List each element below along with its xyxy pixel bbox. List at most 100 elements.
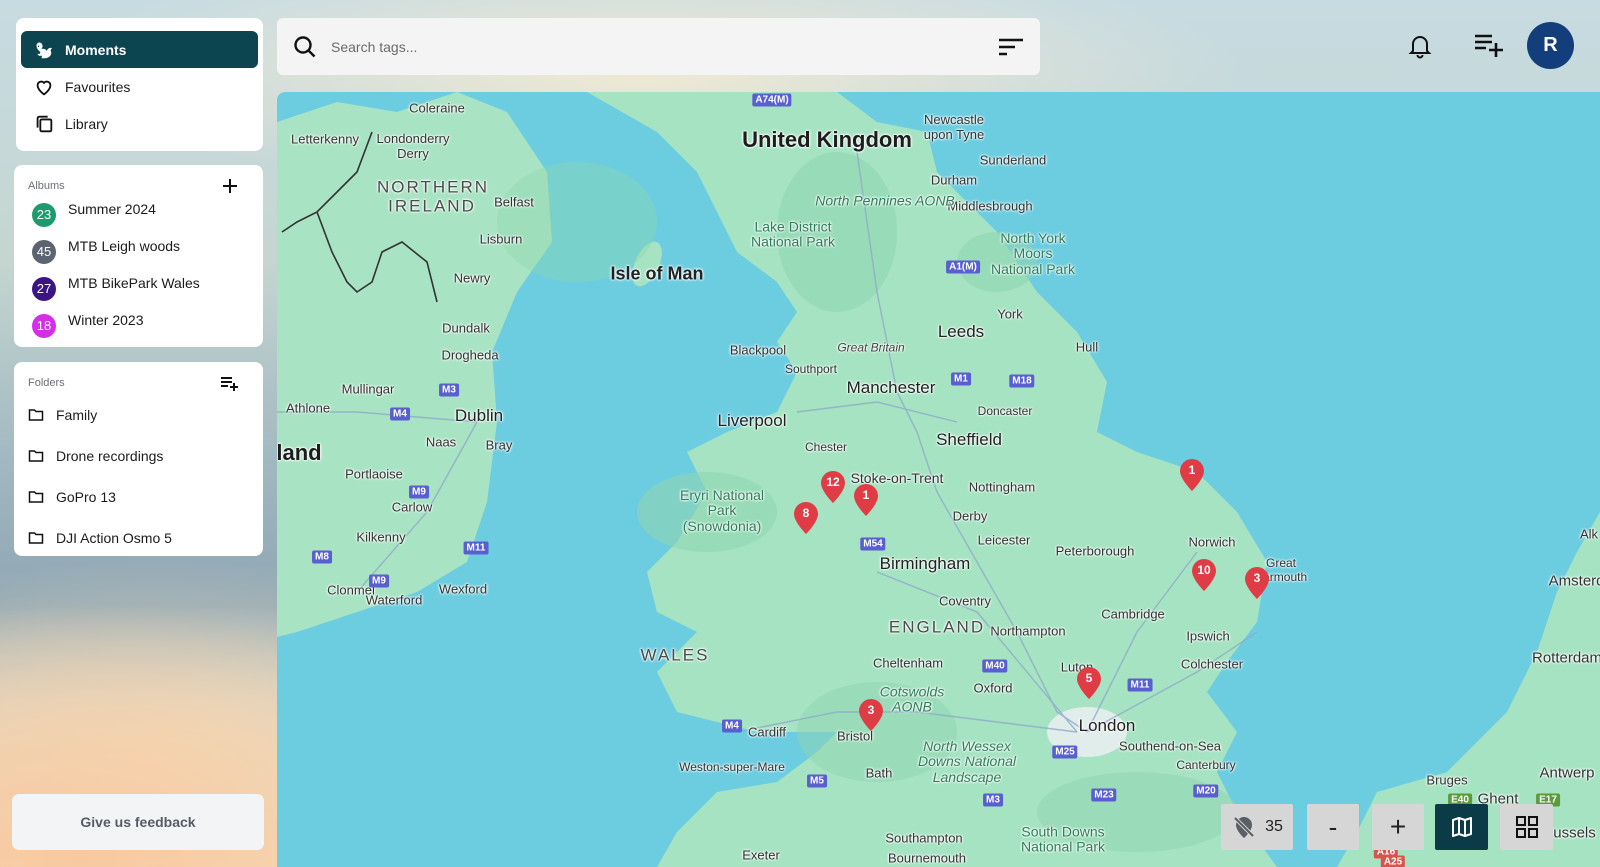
- map-label-town: Bray: [485, 437, 513, 453]
- map-label-town: Newcastle upon Tyne: [923, 112, 985, 142]
- road-badge: M5: [807, 774, 827, 788]
- map-view-button[interactable]: [1435, 804, 1488, 850]
- map-label-town: Dundalk: [442, 320, 490, 336]
- road-badge: A1(M): [946, 260, 980, 274]
- notifications-button[interactable]: [1408, 33, 1432, 59]
- map-label-town: Antwerp: [1539, 764, 1595, 782]
- marker-count: 5: [1085, 671, 1093, 685]
- map-label-region: ENGLAND: [888, 617, 986, 637]
- filter-button[interactable]: [998, 38, 1024, 56]
- album-count-badge: 23: [32, 202, 56, 227]
- map-label-town: Coleraine: [409, 100, 465, 116]
- user-avatar[interactable]: R: [1527, 22, 1574, 69]
- zoom-in-button[interactable]: +: [1372, 804, 1424, 850]
- map-view[interactable]: United Kingdom land NORTHERN IRELAND ENG…: [277, 92, 1600, 867]
- folders-title: Folders: [28, 377, 65, 389]
- nav-item-favourites[interactable]: Favourites: [21, 68, 258, 105]
- search-input[interactable]: [317, 38, 998, 55]
- map-label-city: Leeds: [937, 322, 985, 341]
- map-label-town: Belfast: [494, 194, 534, 210]
- nav-item-library[interactable]: Library: [21, 105, 258, 142]
- map-label-park: North York Moors National Park: [990, 229, 1076, 277]
- folder-item[interactable]: Family: [28, 394, 249, 435]
- album-count-badge: 18: [32, 313, 56, 338]
- albums-title: Albums: [28, 180, 65, 192]
- add-folder-button[interactable]: [219, 372, 241, 394]
- photo-cluster-marker[interactable]: 1: [1179, 458, 1205, 492]
- road-badge: M11: [463, 541, 489, 555]
- map-label-park: South Downs National Park: [1020, 823, 1106, 855]
- playlist-add-icon: [1475, 34, 1503, 57]
- give-feedback-button[interactable]: Give us feedback: [12, 794, 264, 850]
- plus-icon: [223, 179, 237, 193]
- photo-cluster-marker[interactable]: 8: [793, 501, 819, 535]
- photo-cluster-marker[interactable]: 1: [853, 483, 879, 517]
- add-album-button[interactable]: [219, 175, 241, 197]
- marker-count: 3: [1253, 571, 1261, 585]
- map-label-park: North Pennines AONB: [815, 192, 955, 209]
- zoom-out-button[interactable]: -: [1307, 804, 1359, 850]
- map-label-town: York: [997, 306, 1023, 322]
- add-to-playlist-button[interactable]: [1474, 33, 1504, 57]
- album-item[interactable]: 18 Winter 2023: [28, 304, 249, 341]
- folder-item[interactable]: GoPro 13: [28, 476, 249, 517]
- map-label-town: Cardiff: [747, 724, 787, 740]
- photo-cluster-marker[interactable]: 10: [1191, 558, 1217, 592]
- map-label-city: Manchester: [846, 378, 936, 397]
- map-label-town: Blackpool: [729, 342, 787, 358]
- map-label-city: Sheffield: [936, 430, 1002, 449]
- folder-item[interactable]: Drone recordings: [28, 435, 249, 476]
- folder-icon: [28, 490, 44, 503]
- photo-cluster-marker[interactable]: 3: [858, 698, 884, 732]
- location-off-icon: [1233, 816, 1255, 838]
- map-label-town: Weston-super-Mare: [679, 760, 785, 774]
- map-label-town: Rotterdam: [1531, 649, 1600, 667]
- map-label-town: Londonderry Derry: [376, 131, 450, 161]
- folder-icon: [28, 449, 44, 462]
- photo-cluster-marker[interactable]: 12: [820, 470, 846, 504]
- hidden-location-toggle[interactable]: 35: [1221, 804, 1293, 850]
- map-label-town: Southend-on-Sea: [1119, 738, 1221, 754]
- map-label-city: Liverpool: [717, 411, 787, 430]
- album-item[interactable]: 23 Summer 2024: [28, 193, 249, 230]
- road-badge: M54: [860, 537, 886, 551]
- map-label-town: Coventry: [938, 593, 992, 609]
- grid-view-button[interactable]: [1500, 804, 1553, 850]
- map-label-region: NORTHERN IRELAND: [377, 177, 490, 215]
- squirrel-icon: [36, 41, 53, 58]
- folder-label: Drone recordings: [56, 447, 164, 464]
- map-label-town: Middlesbrough: [947, 198, 1033, 214]
- map-label-town: Drogheda: [441, 347, 499, 363]
- marker-count: 12: [826, 475, 840, 489]
- nav-item-moments[interactable]: Moments: [21, 31, 258, 68]
- map-label-town: Southport: [784, 362, 838, 376]
- map-label-town: Wexford: [438, 581, 488, 597]
- folder-item[interactable]: DJI Action Osmo 5: [28, 517, 249, 558]
- road-badge: M8: [312, 550, 332, 564]
- album-item[interactable]: 27 MTB BikePark Wales: [28, 267, 249, 304]
- map-label-town: Ipswich: [1186, 628, 1230, 644]
- road-badge: M23: [1091, 788, 1117, 802]
- grid-icon: [1515, 816, 1538, 838]
- photo-cluster-marker[interactable]: 5: [1076, 666, 1102, 700]
- map-label-park: Lake District National Park: [750, 218, 836, 250]
- map-label-country: United Kingdom: [742, 126, 912, 152]
- map-label-town: Norwich: [1188, 534, 1236, 550]
- folder-icon: [28, 531, 44, 544]
- map-label-town: Chester: [804, 440, 848, 454]
- marker-count: 3: [867, 703, 875, 717]
- map-label-town: Bath: [865, 765, 893, 781]
- marker-count: 1: [862, 488, 870, 502]
- map-label-town: Durham: [930, 172, 978, 188]
- map-label-town: Portlaoise: [345, 466, 403, 482]
- nav-label: Moments: [65, 41, 127, 58]
- photo-cluster-marker[interactable]: 3: [1244, 566, 1270, 600]
- road-badge: M18: [1009, 374, 1035, 388]
- album-count-badge: 45: [32, 239, 56, 264]
- album-item[interactable]: 45 MTB Leigh woods: [28, 230, 249, 267]
- map-label-town: Carlow: [391, 499, 433, 515]
- map-label-town: Northampton: [990, 623, 1066, 639]
- map-label-town: Hull: [1075, 339, 1099, 355]
- road-badge: M3: [439, 383, 459, 397]
- road-badge: M11: [1127, 678, 1153, 692]
